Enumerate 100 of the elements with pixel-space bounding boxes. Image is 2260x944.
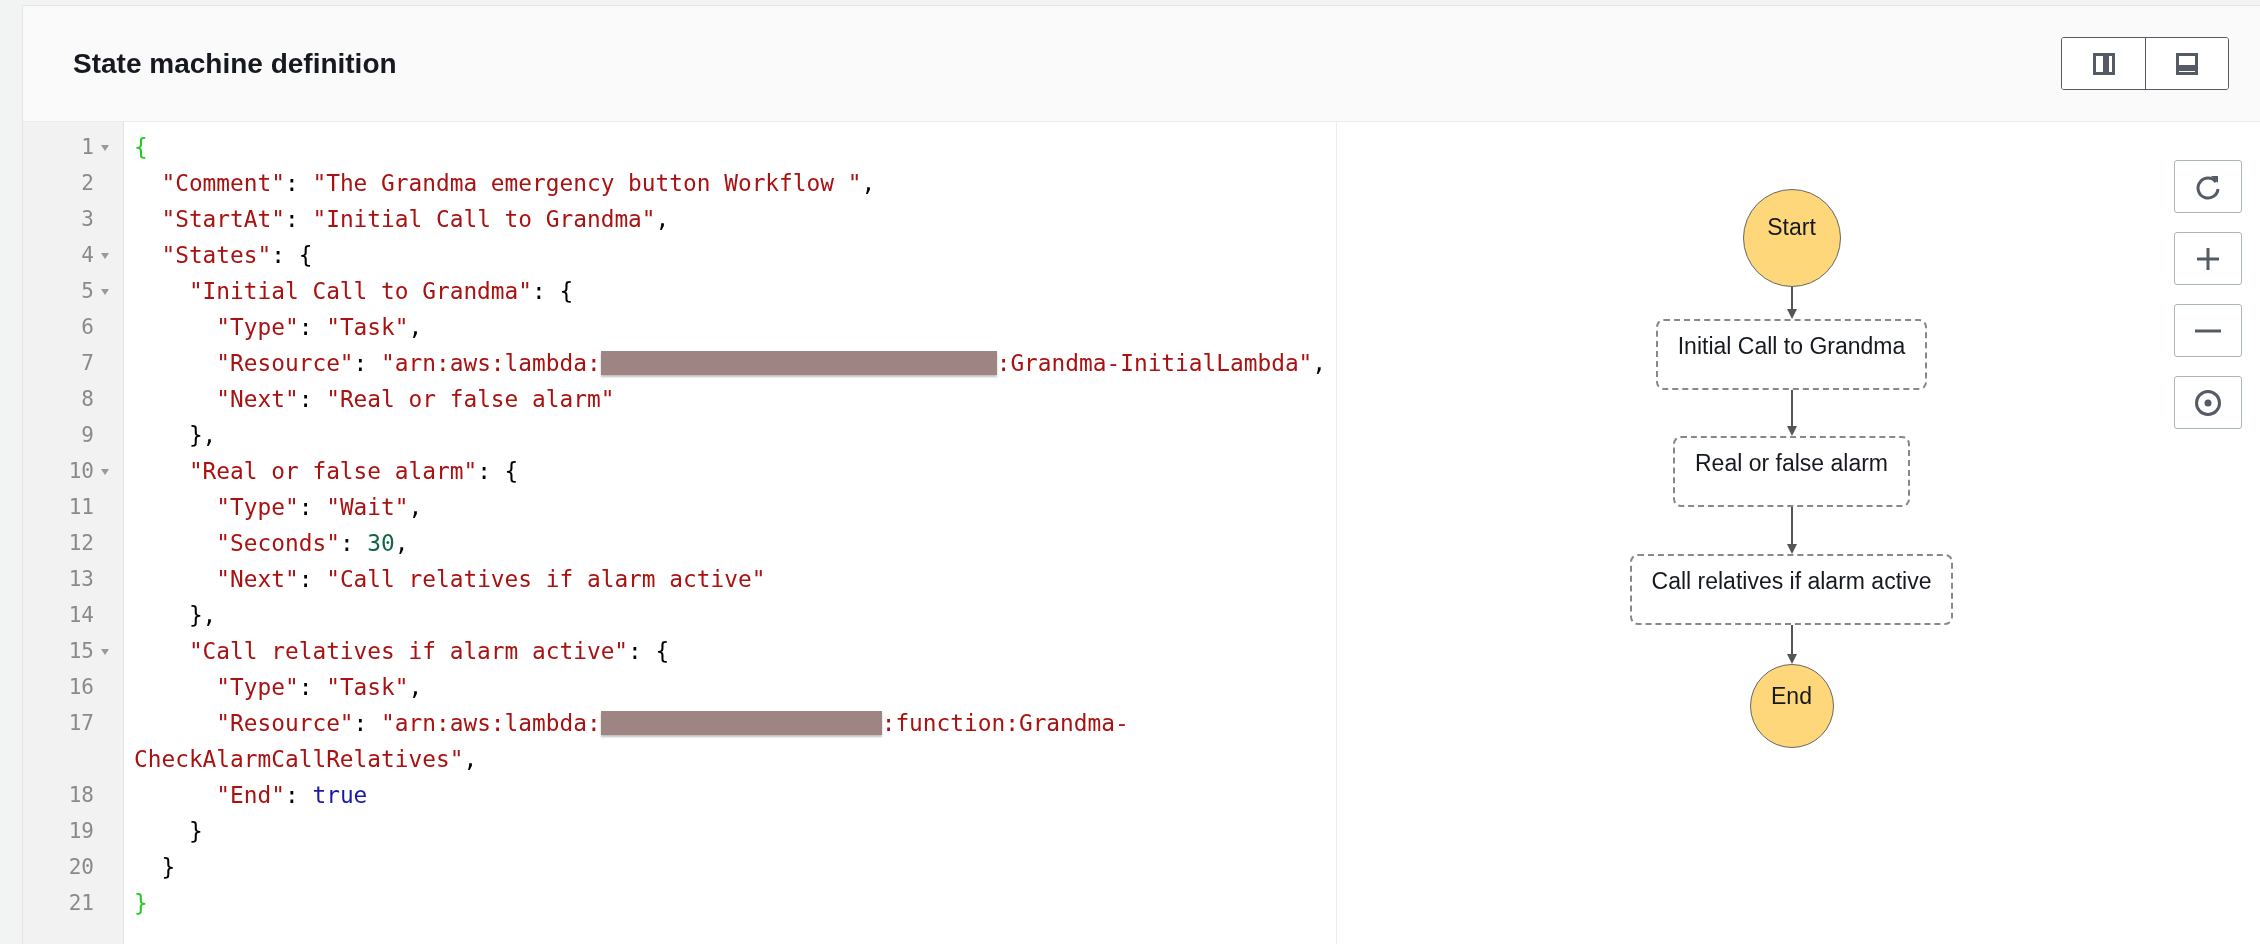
code-token: "Task": [326, 673, 409, 702]
connector-arrow: [1784, 390, 1799, 436]
code-token: :: [298, 493, 314, 522]
line-number: 9: [81, 422, 94, 449]
end-node: End: [1749, 664, 1834, 748]
line-number: 4: [81, 242, 94, 269]
reset-button[interactable]: [2174, 160, 2242, 213]
line-number: 8: [81, 386, 94, 413]
line-number: 12: [68, 530, 94, 557]
code-token: "Task": [326, 313, 409, 342]
panel-title: State machine definition: [73, 47, 397, 80]
code-token: :: [285, 169, 300, 198]
center-button[interactable]: [2174, 376, 2242, 429]
center-icon: [2194, 388, 2222, 417]
code-token: "Type": [215, 673, 299, 702]
line-number: 18: [68, 782, 94, 809]
code-token: true: [312, 781, 368, 810]
code-token: "arn:aws:lambda:: [381, 709, 601, 738]
code-token: "Real or false alarm": [326, 385, 615, 414]
code-token: :: [298, 313, 314, 342]
line-number: 10: [68, 458, 94, 485]
code-token: "Resource": [215, 349, 354, 378]
zoom-in-button[interactable]: [2174, 232, 2242, 285]
code-token: :Grandma-InitialLambda": [996, 349, 1313, 378]
code-token: {: [134, 133, 148, 162]
code-token: ,: [408, 313, 423, 342]
code-token: "Initial Call to Grandma": [312, 205, 656, 234]
code-token: 30: [367, 529, 395, 558]
line-number: 20: [68, 854, 94, 881]
code-token: :: [298, 673, 314, 702]
code-token: ,: [408, 673, 423, 702]
code-token: "Next": [215, 565, 299, 594]
code-token: "Wait": [326, 493, 409, 522]
code-token: "Seconds": [215, 529, 340, 558]
code-token: "StartAt": [160, 205, 285, 234]
code-token: :: [298, 385, 314, 414]
connector-arrow: [1784, 625, 1799, 664]
code-token: :: [339, 529, 355, 558]
split-rows-button[interactable]: [2145, 38, 2228, 89]
code-token: "Comment": [160, 169, 285, 198]
code-token: : {: [628, 637, 670, 666]
zoom-out-icon: [2194, 327, 2222, 334]
code-token: "Next": [215, 385, 299, 414]
line-number: 6: [81, 314, 94, 341]
code-token: :: [353, 709, 369, 738]
line-number: 5: [81, 278, 94, 305]
code-token: }: [187, 817, 203, 846]
code-token: "Type": [215, 493, 299, 522]
split-columns-icon: [2092, 52, 2115, 75]
code-token: "The Grandma emergency button Workflow ": [312, 169, 862, 198]
start-node: Start: [1742, 189, 1841, 287]
code-token: : {: [477, 457, 519, 486]
zoom-out-button[interactable]: [2174, 304, 2242, 357]
code-token: "Type": [215, 313, 299, 342]
code-token: },: [187, 601, 217, 630]
line-number: 11: [68, 494, 94, 521]
code-token: }: [134, 889, 148, 918]
code-token: : {: [271, 241, 313, 270]
fold-arrow-icon[interactable]: [100, 288, 110, 296]
split-rows-icon: [2176, 52, 2198, 75]
state-node: Call relatives if alarm active: [1629, 554, 1954, 625]
line-number: 3: [81, 206, 94, 233]
code-token: ,: [394, 529, 409, 558]
state-node: Real or false alarm: [1673, 436, 1910, 507]
code-token: ,: [655, 205, 670, 234]
code-token: :function:Grandma-: [881, 709, 1129, 738]
code-token: ,: [463, 745, 478, 774]
line-number: 16: [68, 674, 94, 701]
line-number: 13: [68, 566, 94, 593]
connector-arrow: [1784, 507, 1799, 554]
line-number: 2: [81, 170, 94, 197]
code-token: CheckAlarmCallRelatives": [134, 745, 464, 774]
fold-arrow-icon[interactable]: [100, 144, 110, 152]
code-token: :: [285, 781, 300, 810]
code-token: },: [187, 421, 217, 450]
code-token: "States": [160, 241, 272, 270]
code-token: "Real or false alarm": [187, 457, 478, 486]
code-token: ,: [1312, 349, 1327, 378]
code-token: }: [160, 853, 176, 882]
line-number: 15: [68, 638, 94, 665]
connector-arrow: [1784, 287, 1799, 319]
code-token: ,: [408, 493, 423, 522]
code-token: "Call relatives if alarm active": [326, 565, 766, 594]
state-node: Initial Call to Grandma: [1655, 319, 1928, 390]
fold-arrow-icon[interactable]: [100, 468, 110, 476]
line-number: 17: [68, 710, 94, 737]
code-token: :: [298, 565, 314, 594]
fold-arrow-icon[interactable]: [100, 252, 110, 260]
line-number: 1: [81, 134, 94, 161]
code-token: : {: [532, 277, 574, 306]
code-token: ,: [861, 169, 876, 198]
line-number: 21: [68, 890, 94, 917]
code-token: :: [353, 349, 369, 378]
code-token: :: [285, 205, 300, 234]
code-token: "Initial Call to Grandma": [187, 277, 533, 306]
line-number: 19: [68, 818, 94, 845]
code-token: "Resource": [215, 709, 354, 738]
fold-arrow-icon[interactable]: [100, 648, 110, 656]
split-columns-button[interactable]: [2062, 38, 2145, 89]
code-token: "End": [215, 781, 285, 810]
